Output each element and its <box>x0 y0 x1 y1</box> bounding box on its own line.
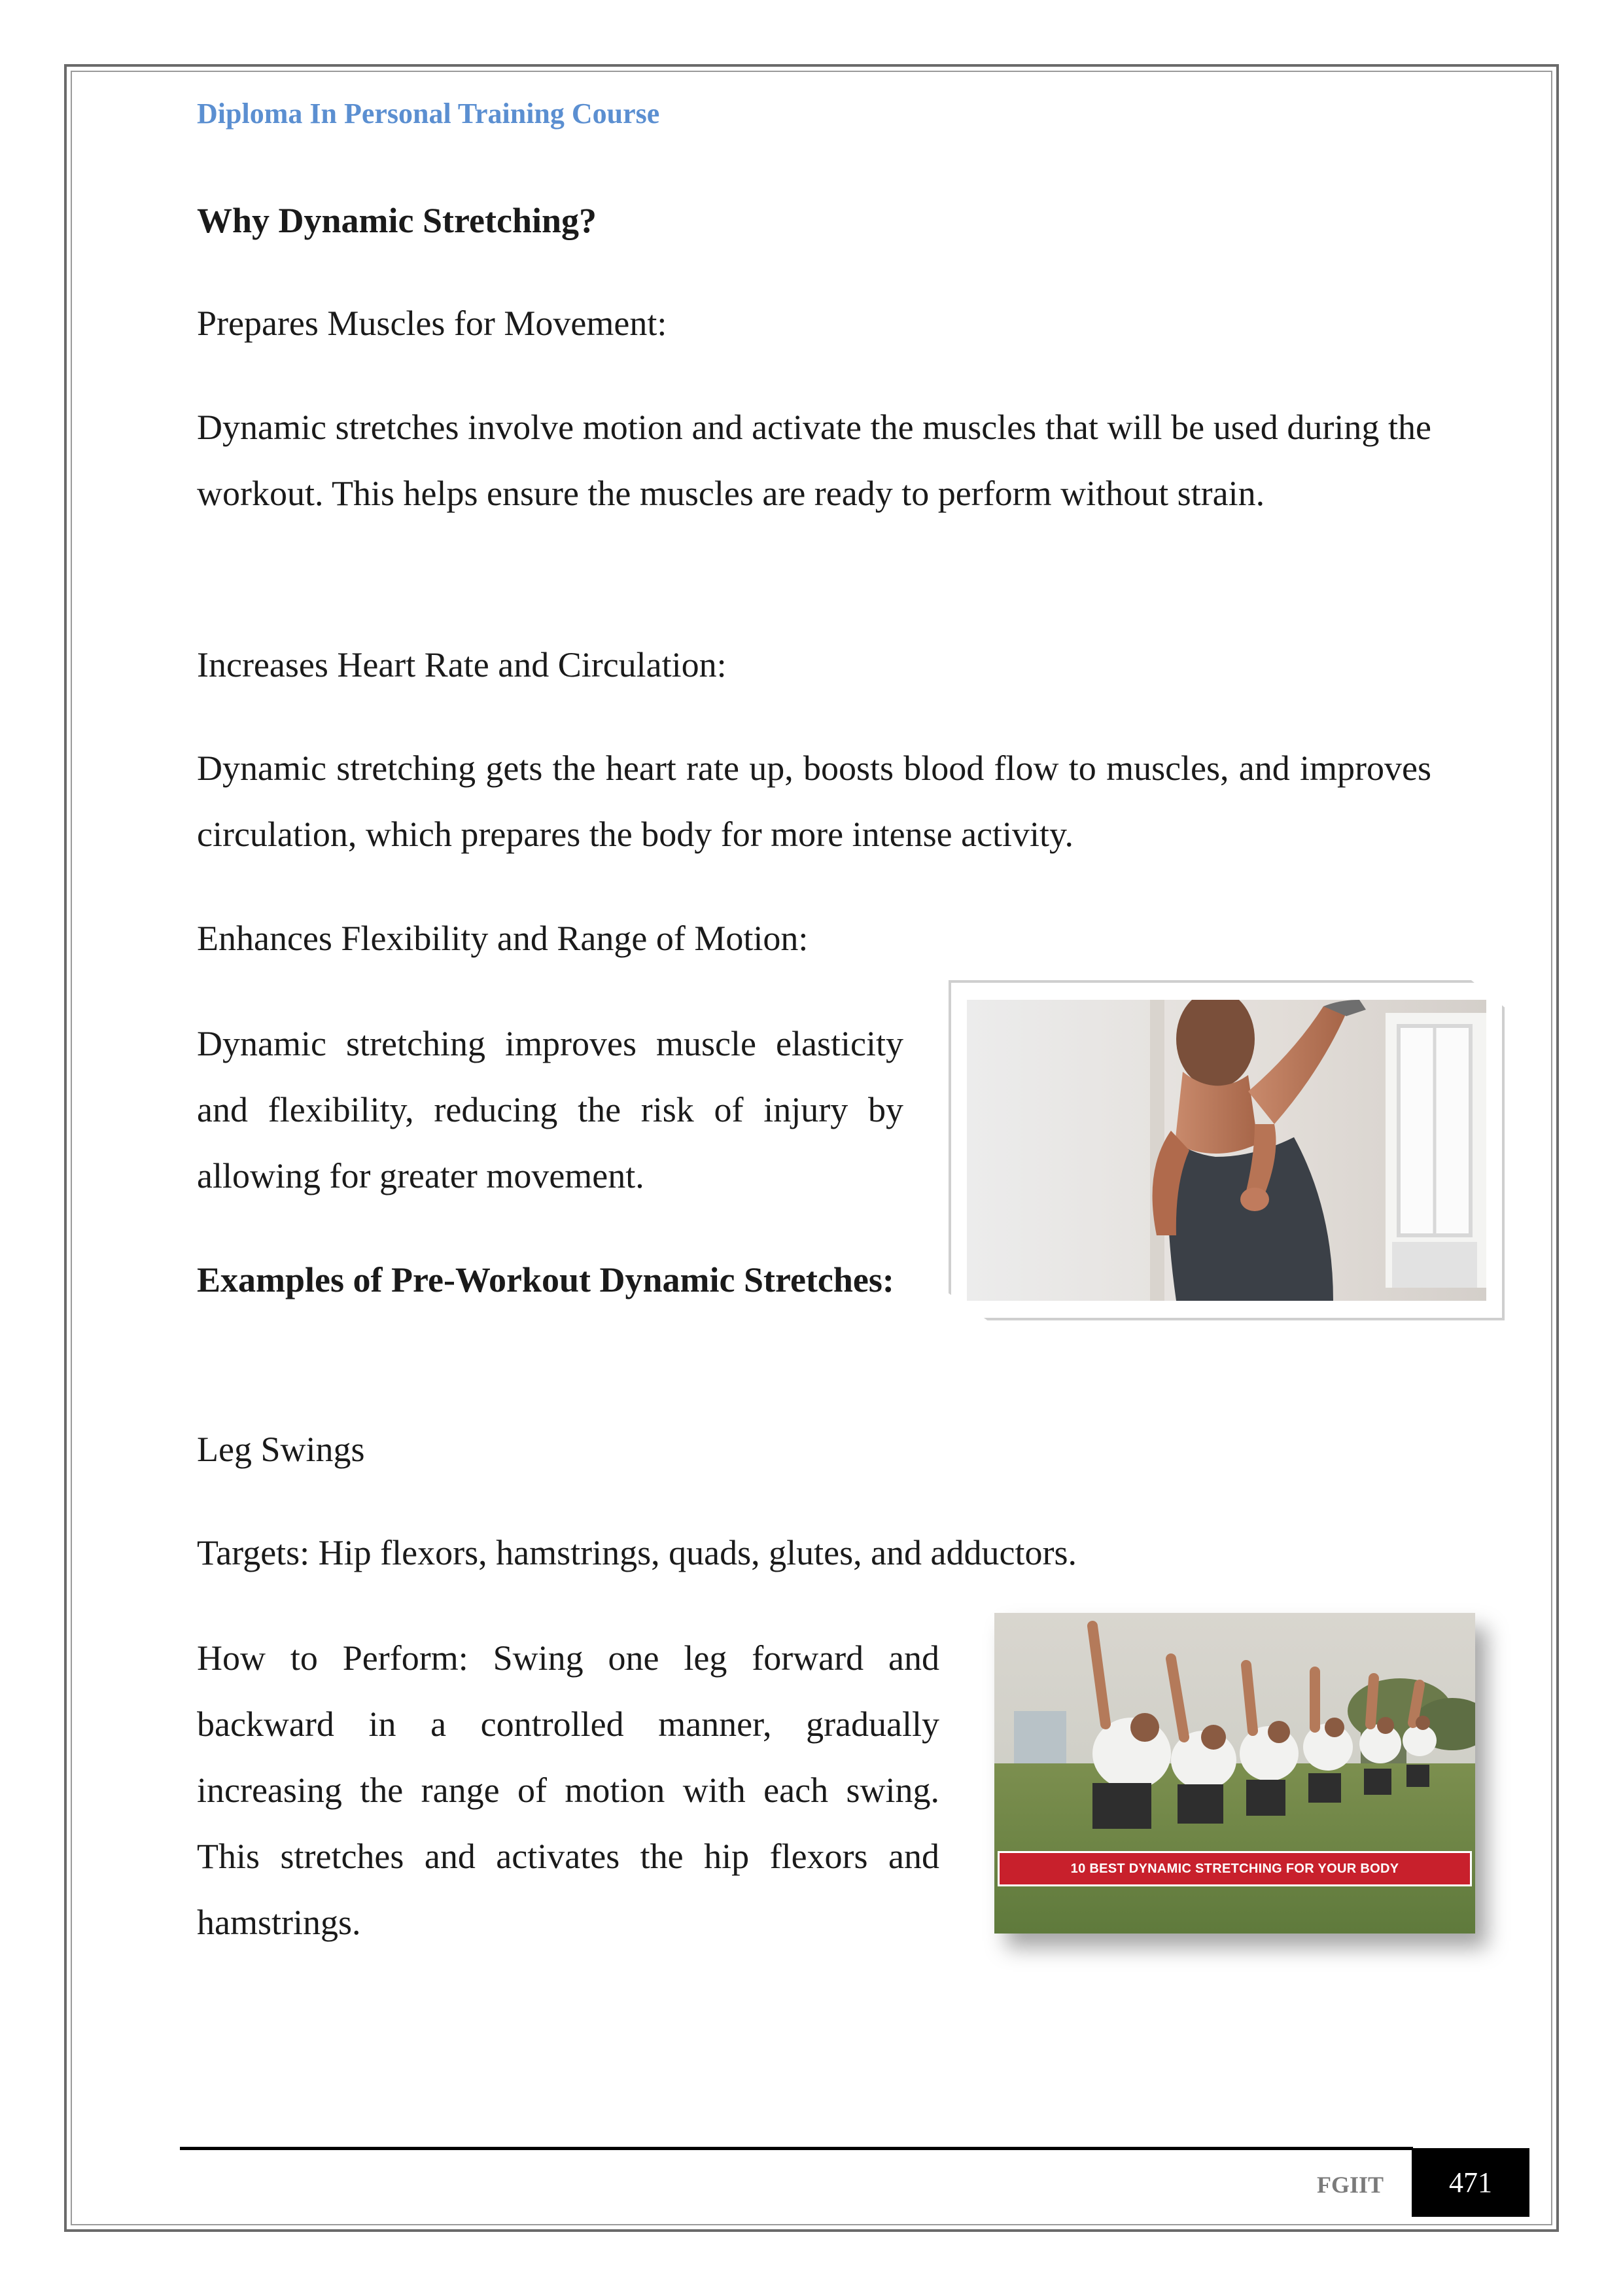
footer-org: FGIIT <box>1317 2172 1384 2198</box>
arm-stretch-photo <box>967 1000 1486 1301</box>
heading-why-dynamic-stretching: Why Dynamic Stretching? <box>197 201 597 240</box>
paragraph-heart-rate: Dynamic stretching gets the heart rate u… <box>197 749 1431 854</box>
example-leg-swings-how: How to Perform: Swing one leg forward an… <box>197 1638 939 1942</box>
footer-rule <box>180 2147 1413 2150</box>
group-stretch-photo-frame: 10 BEST DYNAMIC STRETCHING FOR YOUR BODY <box>994 1613 1475 1934</box>
paragraph-flexibility: Dynamic stretching improves muscle elast… <box>197 1024 903 1195</box>
subheading-flexibility: Enhances Flexibility and Range of Motion… <box>197 919 809 958</box>
example-leg-swings-title: Leg Swings <box>197 1430 365 1469</box>
subheading-heart-rate: Increases Heart Rate and Circulation: <box>197 645 727 684</box>
course-title: Diploma In Personal Training Course <box>197 97 660 130</box>
photo-banner: 10 BEST DYNAMIC STRETCHING FOR YOUR BODY <box>998 1851 1472 1886</box>
stretch-photo-frame <box>949 980 1505 1320</box>
example-leg-swings-targets: Targets: Hip flexors, hamstrings, quads,… <box>197 1533 1077 1572</box>
paragraph-prepares-muscles: Dynamic stretches involve motion and act… <box>197 408 1431 513</box>
subheading-prepares-muscles: Prepares Muscles for Movement: <box>197 304 667 343</box>
page-number: 471 <box>1412 2148 1529 2217</box>
heading-examples: Examples of Pre-Workout Dynamic Stretche… <box>197 1260 894 1299</box>
